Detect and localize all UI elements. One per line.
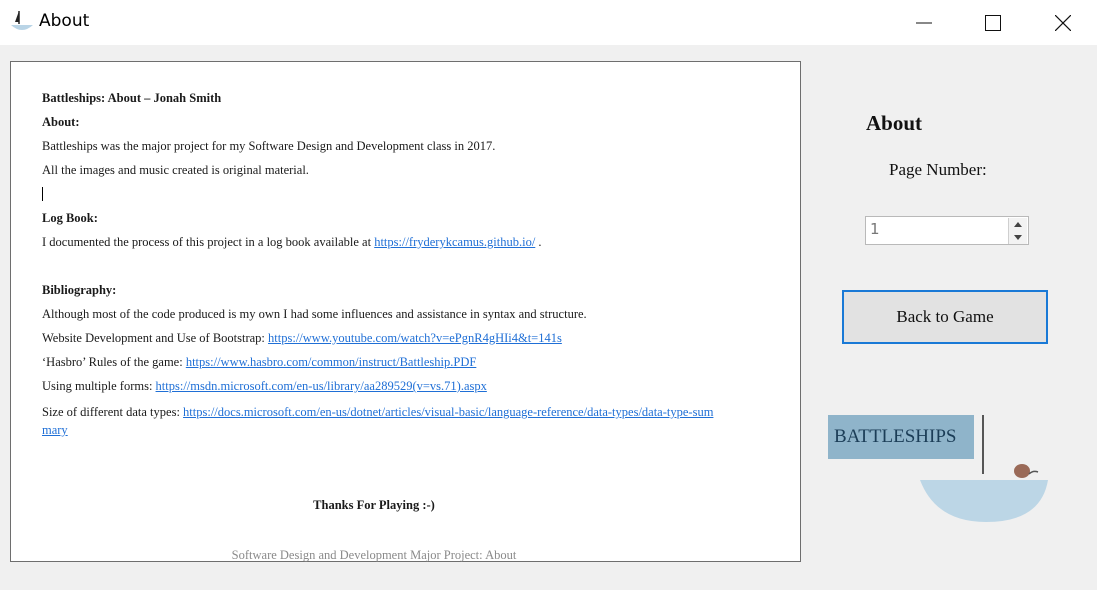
about-document[interactable]: Battleships: About – Jonah Smith About: … [10,61,801,562]
text-caret [42,187,43,201]
about-line-1: Battleships was the major project for my… [42,139,496,153]
back-to-game-button[interactable]: Back to Game [842,290,1048,344]
bibliography-intro: Although most of the code produced is my… [42,307,587,321]
maximize-button[interactable] [970,0,1016,45]
reference-item: Size of different data types: https://do… [42,403,722,439]
window-title: About [39,11,90,31]
battleships-logo: BATTLESHIPS [828,415,1048,522]
page-number-label: Page Number: [889,160,987,179]
logbook-link[interactable]: https://fryderykcamus.github.io/ [374,235,535,249]
logbook-label: Log Book: [42,211,98,225]
about-line-2: All the images and music created is orig… [42,163,309,177]
reference-link[interactable]: https://msdn.microsoft.com/en-us/library… [156,379,487,393]
stepper-down-button[interactable] [1008,231,1027,244]
app-icon [11,11,33,30]
reference-label: Using multiple forms: [42,379,156,393]
reference-link[interactable]: https://www.youtube.com/watch?v=ePgnR4gH… [268,331,562,345]
bibliography-label: Bibliography: [42,283,117,297]
title-bar: About [0,0,1100,45]
maximize-icon [985,14,1001,31]
minimize-icon [916,22,932,23]
about-label: About: [42,115,80,129]
close-icon [1055,14,1071,31]
chevron-down-icon [1014,235,1022,240]
chevron-up-icon [1014,222,1022,227]
stepper-up-button[interactable] [1008,218,1027,231]
page-number-value[interactable]: 1 [870,220,880,238]
minimize-button[interactable] [901,0,947,45]
logbook-text: I documented the process of this project… [42,235,375,249]
close-button[interactable] [1040,0,1086,45]
reference-link[interactable]: https://www.hasbro.com/common/instruct/B… [186,355,477,369]
logbook-end: . [535,235,542,249]
reference-item: ‘Hasbro’ Rules of the game: https://www.… [42,355,476,370]
logo-text: BATTLESHIPS [834,426,956,447]
reference-label: ‘Hasbro’ Rules of the game: [42,355,186,369]
reference-item: Website Development and Use of Bootstrap… [42,331,562,346]
reference-label: Website Development and Use of Bootstrap… [42,331,269,345]
thanks-message: Thanks For Playing :-) [313,498,435,512]
sidebar-title: About [866,111,923,135]
reference-item: Using multiple forms: https://msdn.micro… [42,379,487,394]
page-number-stepper[interactable]: 1 [865,216,1029,245]
reference-label: Size of different data types: [42,405,184,419]
document-footer: Software Design and Development Major Pr… [231,548,517,562]
document-heading: Battleships: About – Jonah Smith [42,91,222,105]
logbook-line: I documented the process of this project… [42,235,542,250]
